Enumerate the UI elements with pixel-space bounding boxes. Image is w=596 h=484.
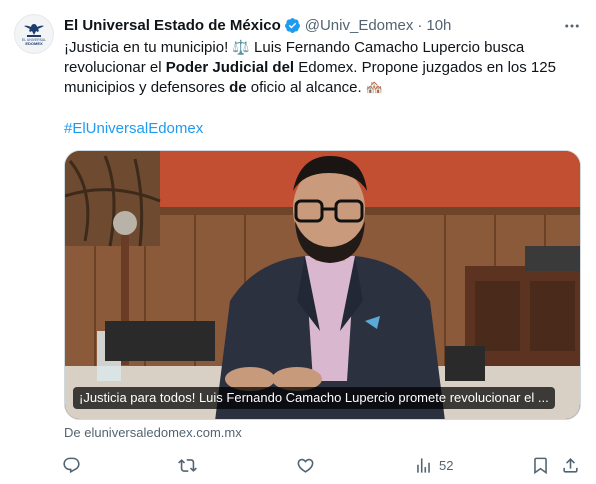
reply-icon [63, 457, 80, 473]
tweet-text-bold2: de [229, 79, 247, 96]
tweet-text-part4: oficio al alcance. [246, 79, 366, 96]
retweet-button[interactable] [178, 452, 203, 478]
separator-dot: · [417, 16, 423, 34]
bookmark-button[interactable] [531, 452, 550, 478]
views-count: 52 [439, 457, 454, 473]
avatar[interactable]: EL UNIVERSAL EDOMEX [14, 14, 54, 54]
action-bar: 52 [0, 452, 596, 478]
like-icon [297, 458, 314, 473]
views-icon [417, 457, 430, 473]
scales-emoji-icon: ⚖️ [232, 40, 250, 56]
views-button[interactable]: 52 [414, 452, 453, 478]
tweet-timestamp[interactable]: 10h [426, 17, 451, 34]
author-handle[interactable]: @Univ_Edomex [305, 17, 414, 34]
card-caption[interactable]: ¡Justicia para todos! Luis Fernando Cama… [73, 387, 555, 409]
avatar-logo-subtext: EDOMEX [25, 41, 43, 47]
like-button[interactable] [296, 452, 321, 478]
tweet-text-part1: ¡Justicia en tu municipio! [64, 39, 233, 56]
verified-badge-icon[interactable] [284, 17, 301, 34]
share-button[interactable] [561, 452, 580, 478]
tweet-text-bold1: Poder Judicial del [165, 59, 295, 76]
retweet-icon [178, 458, 197, 472]
author-display-name[interactable]: El Universal Estado de México [64, 17, 281, 34]
reply-button[interactable] [62, 452, 87, 478]
houses-emoji-icon: 🏘️ [365, 80, 384, 96]
eagle-logo-icon [24, 23, 44, 37]
more-icon[interactable] [562, 16, 582, 36]
tweet-header: El Universal Estado de México @Univ_Edom… [64, 15, 451, 35]
bookmark-icon [534, 457, 547, 474]
card-source-link[interactable]: De eluniversaledomex.com.mx [64, 425, 242, 440]
tweet-text: ¡Justicia en tu municipio! ⚖️ Luis Ferna… [64, 38, 584, 98]
hashtag-link[interactable]: #ElUniversalEdomex [64, 119, 203, 139]
tweet[interactable]: EL UNIVERSAL EDOMEX El Universal Estado … [0, 0, 596, 484]
share-icon [563, 457, 578, 473]
article-photo[interactable] [65, 151, 581, 420]
link-card[interactable]: ¡Justicia para todos! Luis Fernando Cama… [64, 150, 581, 420]
